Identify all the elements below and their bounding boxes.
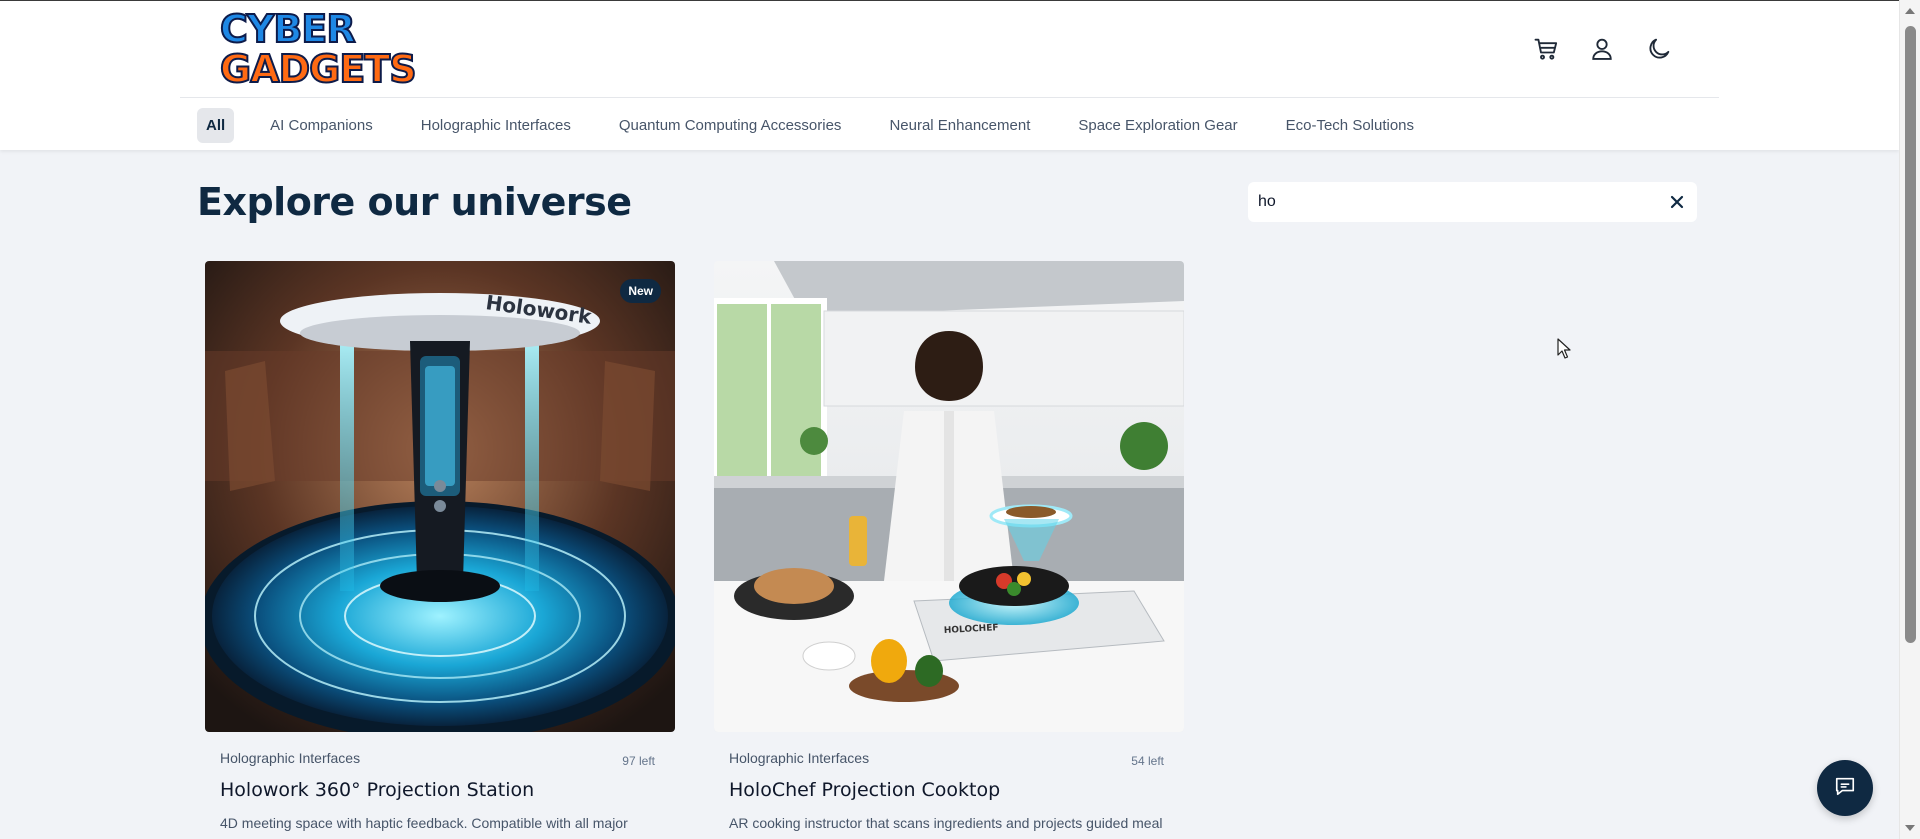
nav-item-all[interactable]: All bbox=[197, 107, 235, 143]
scrollbar-thumb[interactable] bbox=[1905, 26, 1916, 643]
product-card[interactable]: HOLOCHEF Holographic Interfaces 54 left … bbox=[714, 261, 1184, 839]
product-description: AR cooking instructor that scans ingredi… bbox=[729, 815, 1163, 831]
chat-icon bbox=[1834, 775, 1856, 802]
logo-line-1: CYBER bbox=[219, 7, 357, 51]
product-image[interactable]: Holowork New bbox=[205, 261, 675, 732]
product-description: 4D meeting space with haptic feedback. C… bbox=[220, 815, 628, 831]
nav-item-eco-tech-solutions[interactable]: Eco-Tech Solutions bbox=[1274, 108, 1426, 143]
search-box bbox=[1248, 182, 1697, 222]
nav-item-neural-enhancement[interactable]: Neural Enhancement bbox=[877, 108, 1042, 143]
logo-line-2: GADGETS bbox=[219, 47, 418, 91]
header-bar: CYBER GADGETS bbox=[180, 1, 1719, 98]
moon-icon[interactable] bbox=[1645, 35, 1673, 63]
user-icon[interactable] bbox=[1588, 35, 1616, 63]
vertical-scrollbar[interactable] bbox=[1899, 0, 1920, 839]
page-title: Explore our universe bbox=[197, 180, 632, 224]
close-icon[interactable] bbox=[1667, 192, 1687, 212]
product-name[interactable]: HoloChef Projection Cooktop bbox=[729, 779, 1000, 801]
product-name[interactable]: Holowork 360° Projection Station bbox=[220, 779, 534, 801]
site-logo[interactable]: CYBER GADGETS bbox=[219, 7, 418, 91]
new-badge: New bbox=[620, 279, 661, 303]
nav-item-space-exploration-gear[interactable]: Space Exploration Gear bbox=[1066, 108, 1249, 143]
site-header: CYBER GADGETS All AI Companions Holograp… bbox=[0, 0, 1899, 150]
product-image[interactable]: HOLOCHEF bbox=[714, 261, 1184, 732]
product-card[interactable]: Holowork New Holographic Interfaces 97 l… bbox=[205, 261, 675, 839]
nav-item-ai-companions[interactable]: AI Companions bbox=[258, 108, 385, 143]
scroll-down-arrow-icon[interactable] bbox=[1905, 825, 1915, 831]
mouse-cursor-icon bbox=[1557, 338, 1573, 360]
nav-item-quantum-computing-accessories[interactable]: Quantum Computing Accessories bbox=[607, 108, 854, 143]
product-category: Holographic Interfaces bbox=[729, 750, 870, 766]
chat-button[interactable] bbox=[1817, 760, 1873, 816]
nav-item-holographic-interfaces[interactable]: Holographic Interfaces bbox=[409, 108, 583, 143]
cart-icon[interactable] bbox=[1532, 35, 1560, 63]
search-input[interactable] bbox=[1248, 182, 1648, 222]
scroll-up-arrow-icon[interactable] bbox=[1905, 8, 1915, 14]
stock-count: 54 left bbox=[1131, 754, 1164, 768]
category-nav: All AI Companions Holographic Interfaces… bbox=[197, 107, 1450, 143]
stock-count: 97 left bbox=[622, 754, 655, 768]
product-category: Holographic Interfaces bbox=[220, 750, 361, 766]
